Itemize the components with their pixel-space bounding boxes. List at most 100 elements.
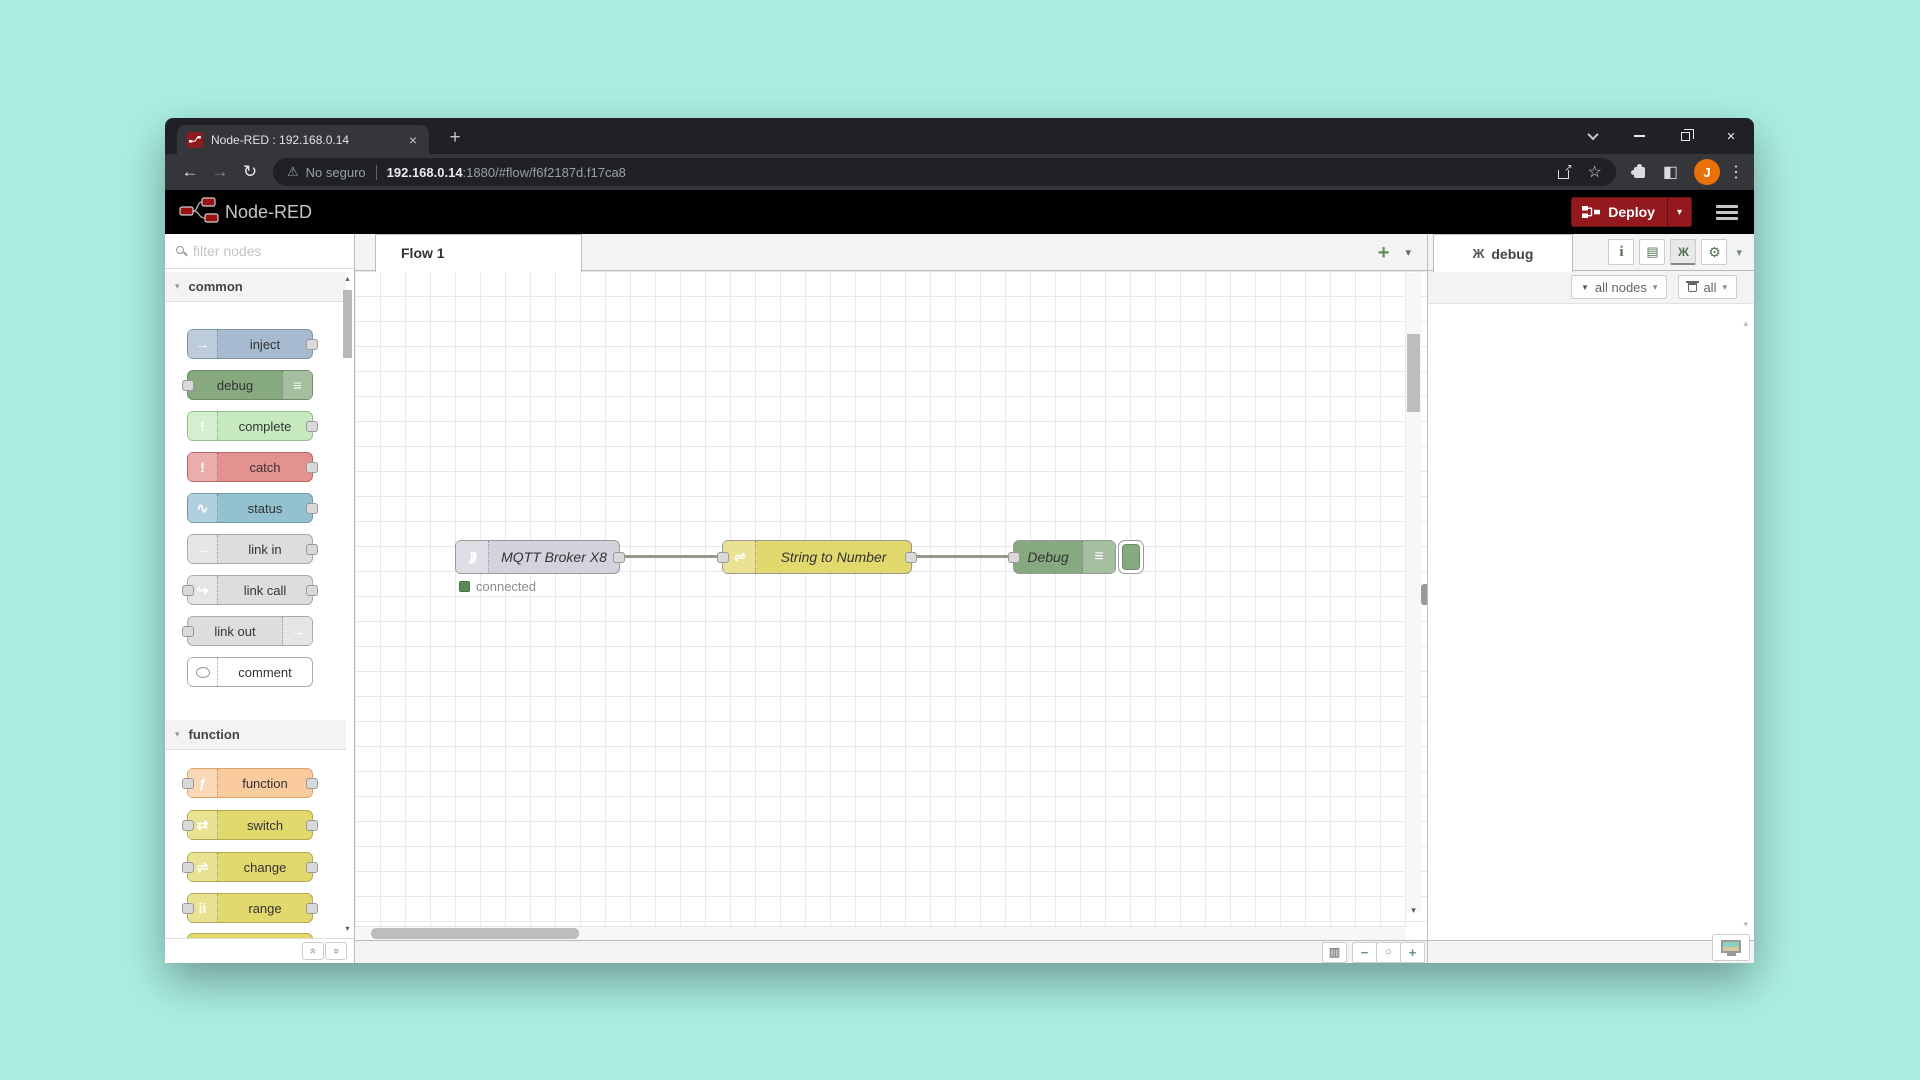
sidebar-tab-debug[interactable]: Ж debug: [1433, 234, 1573, 272]
status-icon: ∿: [188, 494, 218, 522]
palette-scrollbar[interactable]: [343, 290, 352, 358]
sidebar-resize-grip[interactable]: [1421, 584, 1427, 605]
book-icon: ▤: [1646, 244, 1658, 260]
chevron-down-icon: ▾: [1722, 282, 1727, 293]
comment-icon: [188, 658, 218, 686]
tab-flow-1[interactable]: Flow 1: [375, 234, 582, 272]
gear-icon: ⚙: [1708, 244, 1721, 261]
palette-node-comment[interactable]: comment: [187, 657, 313, 687]
palette-node-switch[interactable]: ⇄ switch: [187, 810, 313, 840]
debug-tab-button[interactable]: Ж: [1670, 239, 1696, 265]
palette-node-status[interactable]: ∿ status: [187, 493, 313, 523]
tab-search-chevron-icon[interactable]: [1570, 118, 1616, 154]
filter-nodes-button[interactable]: ▼ all nodes ▾: [1571, 275, 1668, 299]
tab-title: Node-RED : 192.168.0.14: [211, 133, 405, 147]
minimize-button[interactable]: [1616, 118, 1662, 154]
not-secure-warning-icon[interactable]: ⚠: [287, 164, 299, 180]
deploy-options-chevron-icon[interactable]: ▾: [1667, 198, 1691, 226]
restore-button[interactable]: [1662, 118, 1708, 154]
link-out-icon: →: [282, 617, 312, 645]
palette-node-complete[interactable]: ! complete: [187, 411, 313, 441]
flow-node-debug[interactable]: Debug ≡: [1013, 540, 1116, 574]
palette-node-function[interactable]: ƒ function: [187, 768, 313, 798]
chevron-down-icon: ▾: [175, 281, 180, 292]
close-window-button[interactable]: ×: [1708, 118, 1754, 154]
canvas-grid[interactable]: ))) MQTT Broker X8 connected ⇌ String to…: [355, 271, 1427, 940]
deploy-button[interactable]: Deploy ▾: [1571, 197, 1692, 227]
browser-tab-bar: Node-RED : 192.168.0.14 × + ×: [165, 118, 1754, 154]
debug-filter-bar: ▼ all nodes ▾ all ▾: [1428, 271, 1754, 304]
profile-avatar[interactable]: J: [1694, 159, 1720, 185]
debug-enable-toggle[interactable]: [1118, 540, 1144, 574]
flow-node-mqtt[interactable]: ))) MQTT Broker X8: [455, 540, 620, 574]
flow-list-chevron-icon[interactable]: ▾: [1405, 246, 1411, 259]
palette-node-range[interactable]: ii range: [187, 893, 313, 923]
change-icon: ⇌: [723, 541, 756, 573]
main-menu-icon[interactable]: [1716, 205, 1738, 220]
palette-node-catch[interactable]: ! catch: [187, 452, 313, 482]
search-icon: [176, 246, 184, 254]
palette-node-change[interactable]: ⇌ change: [187, 852, 313, 882]
browser-menu-icon[interactable]: ⋮: [1728, 162, 1744, 182]
clear-messages-button[interactable]: all ▾: [1678, 275, 1737, 299]
add-flow-button[interactable]: +: [1378, 243, 1390, 263]
function-icon: ƒ: [188, 769, 218, 797]
canvas-scroll-down-icon[interactable]: ▾: [1407, 905, 1420, 916]
zoom-in-button[interactable]: +: [1400, 942, 1425, 963]
config-tab-button[interactable]: ⚙: [1701, 239, 1727, 265]
zoom-reset-button[interactable]: ○: [1376, 942, 1401, 963]
bookmark-star-icon[interactable]: ☆: [1588, 162, 1602, 182]
tab-close-icon[interactable]: ×: [405, 132, 421, 148]
palette-node-link-out[interactable]: link out →: [187, 616, 313, 646]
help-tab-button[interactable]: ▤: [1639, 239, 1665, 265]
palette-scroll-down-icon[interactable]: ▾: [343, 924, 352, 933]
node-red-favicon: [187, 132, 203, 148]
bug-icon: Ж: [1678, 245, 1689, 259]
right-sidebar: Ж debug i ▤ Ж ⚙ ▾ ▼ all nodes ▾: [1427, 234, 1754, 963]
sidebar-tabs-chevron-icon[interactable]: ▾: [1736, 246, 1742, 259]
expand-categories-button[interactable]: »: [325, 942, 347, 960]
link-in-icon: →: [188, 535, 218, 563]
canvas-horizontal-scrollbar[interactable]: [371, 928, 579, 939]
chevron-down-icon: ▾: [175, 729, 180, 740]
canvas-vertical-scrollbar[interactable]: [1407, 334, 1420, 412]
palette: ▾ common → inject debug ≡ ! complete !: [165, 234, 355, 963]
collapse-categories-button[interactable]: »: [302, 942, 324, 960]
palette-node-link-in[interactable]: → link in: [187, 534, 313, 564]
category-common[interactable]: ▾ common: [165, 272, 346, 302]
wire-change-to-debug: [917, 555, 1009, 558]
palette-node-inject[interactable]: → inject: [187, 329, 313, 359]
palette-scroll-area: ▾ common → inject debug ≡ ! complete !: [165, 269, 354, 938]
palette-search: [165, 234, 354, 269]
deploy-icon: [1582, 205, 1600, 219]
debug-icon: ≡: [1082, 541, 1115, 573]
connected-status-dot: [459, 581, 470, 592]
share-icon[interactable]: [1558, 166, 1572, 179]
sidebar-scroll-down-icon[interactable]: ▾: [1743, 919, 1748, 930]
sidebar-scroll-up-icon[interactable]: ▴: [1743, 318, 1748, 329]
browser-tab[interactable]: Node-RED : 192.168.0.14 ×: [177, 125, 429, 154]
url-divider: [376, 165, 377, 180]
palette-scroll-up-icon[interactable]: ▴: [343, 274, 352, 283]
extensions-puzzle-icon[interactable]: [1634, 167, 1645, 178]
flow-node-string-to-number[interactable]: ⇌ String to Number: [722, 540, 912, 574]
new-tab-button[interactable]: +: [441, 124, 469, 152]
forward-icon[interactable]: →: [205, 162, 235, 182]
palette-node-debug[interactable]: debug ≡: [187, 370, 313, 400]
url-text[interactable]: 192.168.0.14:1880/#flow/f6f2187d.f17ca8: [387, 165, 626, 180]
navigator-button[interactable]: ▥: [1322, 942, 1347, 963]
complete-icon: !: [188, 412, 218, 440]
change-icon: ⇌: [188, 853, 218, 881]
debug-messages-panel[interactable]: ▴ ▾: [1428, 304, 1754, 940]
palette-node-link-call[interactable]: ↪ link call: [187, 575, 313, 605]
open-debug-window-button[interactable]: [1712, 934, 1750, 961]
mqtt-signal-icon: ))): [456, 541, 489, 573]
zoom-out-button[interactable]: −: [1352, 942, 1377, 963]
side-panel-icon[interactable]: ◧: [1663, 162, 1678, 182]
url-field[interactable]: ⚠ No seguro 192.168.0.14:1880/#flow/f6f2…: [273, 158, 1616, 186]
category-function[interactable]: ▾ function: [165, 720, 346, 750]
back-icon[interactable]: ←: [175, 162, 205, 182]
info-tab-button[interactable]: i: [1608, 239, 1634, 265]
search-input[interactable]: [193, 234, 343, 268]
reload-icon[interactable]: ↻: [235, 162, 265, 182]
